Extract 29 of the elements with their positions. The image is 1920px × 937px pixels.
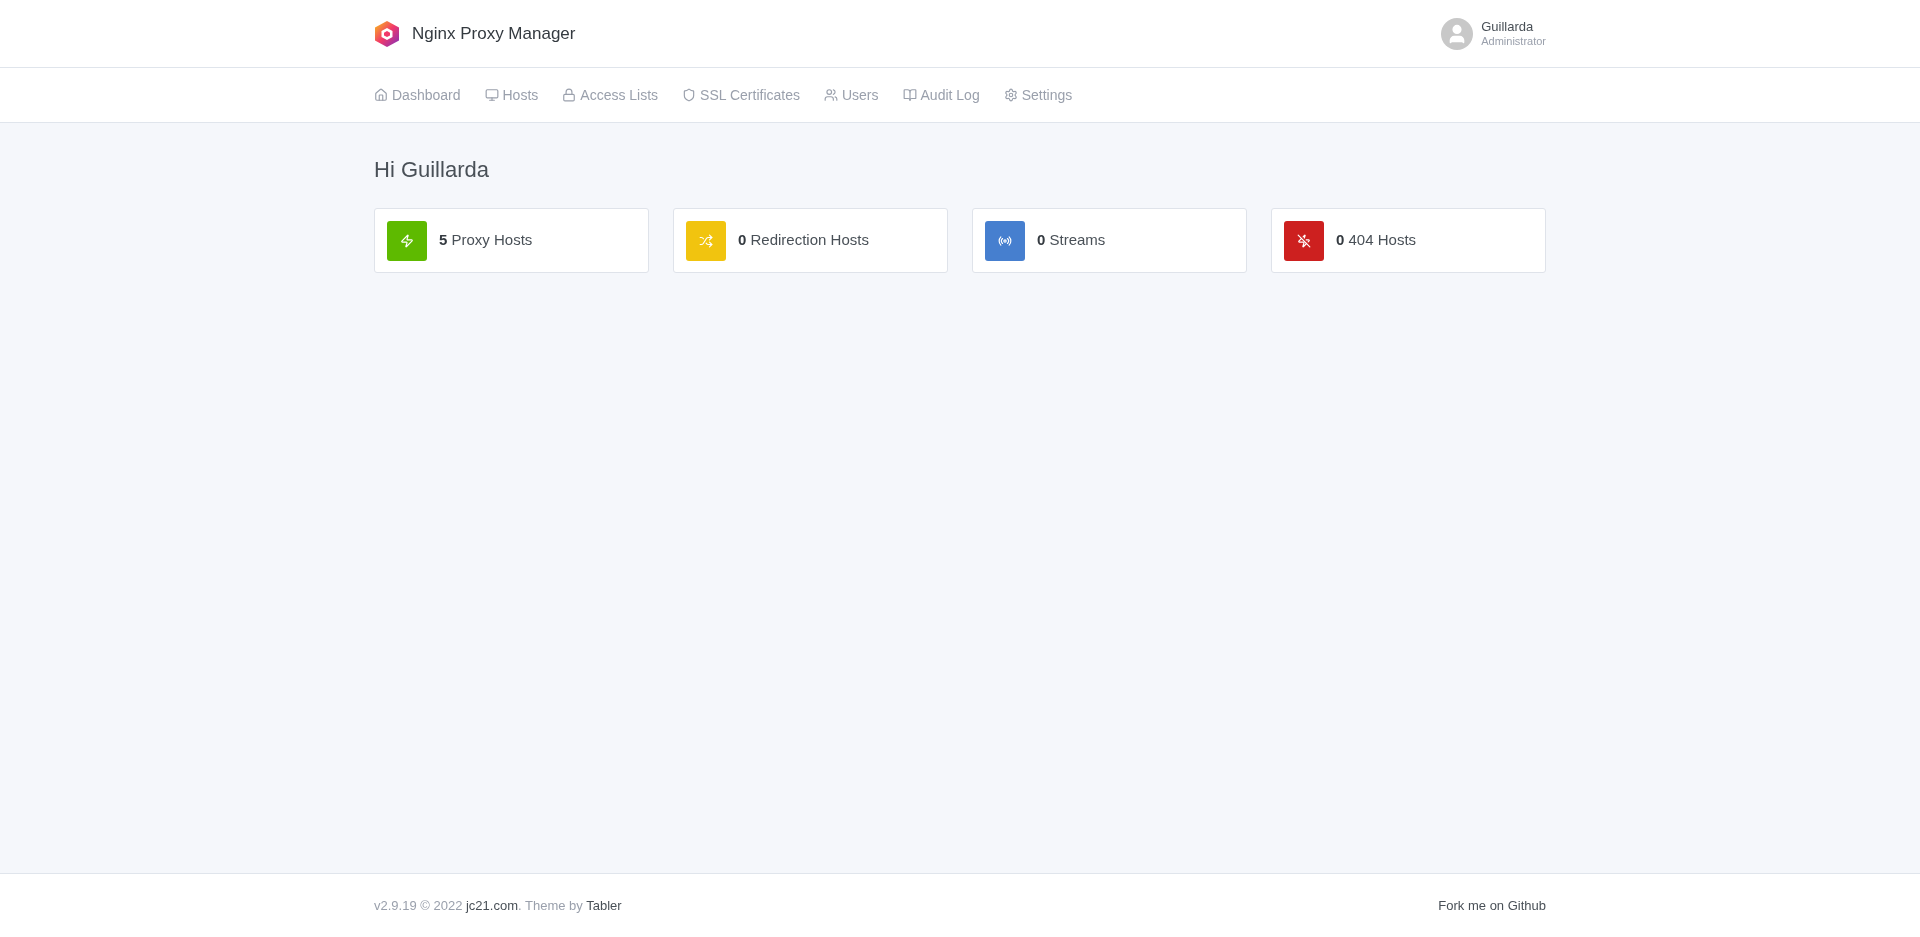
broadcast-icon bbox=[998, 233, 1012, 248]
stat-label: 0 Streams bbox=[1037, 230, 1106, 251]
stat-card[interactable]: 5 Proxy Hosts bbox=[374, 208, 649, 273]
stat-card[interactable]: 0 404 Hosts bbox=[1271, 208, 1546, 273]
house-icon bbox=[374, 88, 388, 102]
greeting-heading: Hi Guillarda bbox=[374, 156, 489, 184]
copyright-text: v2.9.19 © 2022 jc21.com. Theme by Tabler bbox=[374, 896, 622, 915]
stat-card[interactable]: 0 Streams bbox=[972, 208, 1247, 273]
avatar-icon[interactable] bbox=[1441, 17, 1474, 50]
book-icon bbox=[902, 88, 917, 102]
user-name: Guillarda bbox=[1481, 18, 1535, 35]
shuffle-icon bbox=[699, 233, 713, 248]
hexagon-logo-icon bbox=[374, 19, 400, 48]
user-role: Administrator bbox=[1481, 34, 1546, 49]
monitor-icon bbox=[484, 88, 499, 102]
github-link[interactable]: Fork me on Github bbox=[1438, 895, 1546, 916]
stat-label: 0 404 Hosts bbox=[1336, 230, 1417, 251]
author-link[interactable]: jc21.com bbox=[466, 897, 518, 913]
crossed-lightning-icon bbox=[1297, 233, 1311, 248]
theme-link[interactable]: Tabler bbox=[586, 897, 622, 913]
lock-icon bbox=[562, 88, 577, 102]
lightning-icon bbox=[400, 233, 414, 248]
settings-icon bbox=[1003, 88, 1018, 102]
stat-card[interactable]: 0 Redirection Hosts bbox=[673, 208, 948, 273]
stat-label: 5 Proxy Hosts bbox=[439, 230, 533, 251]
app-title[interactable]: Nginx Proxy Manager bbox=[412, 20, 576, 47]
stat-label: 0 Redirection Hosts bbox=[738, 230, 869, 251]
shield-icon bbox=[682, 88, 697, 102]
users-icon bbox=[823, 88, 838, 102]
